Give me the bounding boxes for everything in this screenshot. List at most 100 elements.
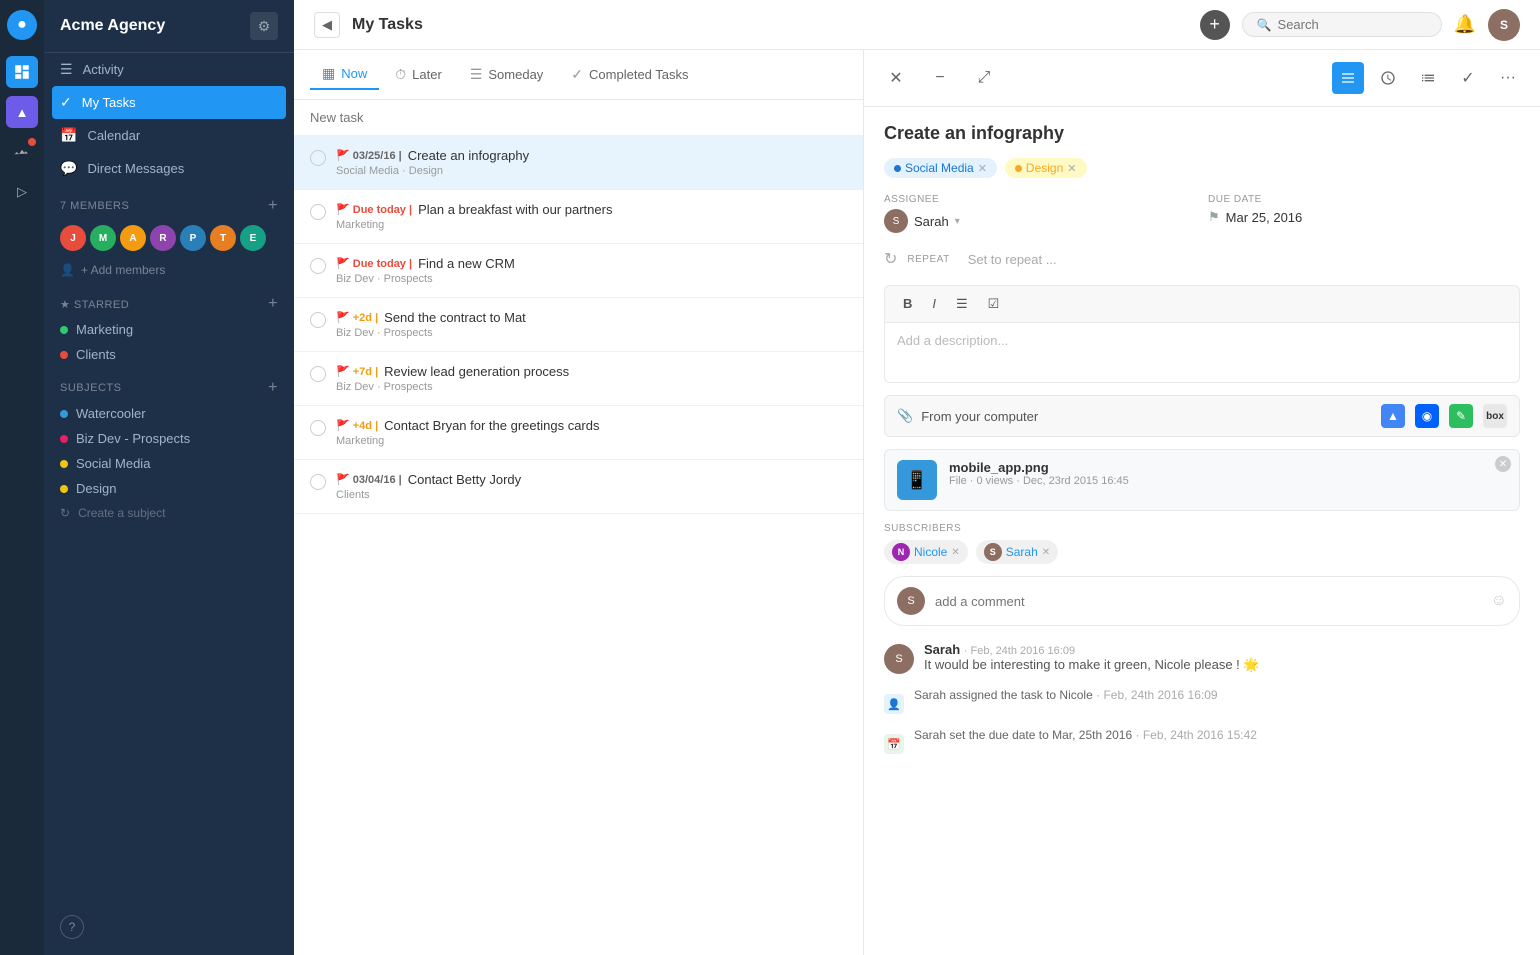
- task-checkbox-7[interactable]: [310, 474, 326, 490]
- google-drive-button[interactable]: ▲: [1381, 404, 1405, 428]
- notification-badge: [28, 138, 36, 146]
- sidebar-item-activity[interactable]: ☰ Activity: [44, 53, 294, 86]
- minimize-button[interactable]: −: [924, 62, 956, 94]
- subject-design[interactable]: Design: [44, 476, 294, 501]
- user-avatar[interactable]: S: [1488, 9, 1520, 41]
- list-button[interactable]: [1412, 62, 1444, 94]
- box-button[interactable]: box: [1483, 404, 1507, 428]
- task-item[interactable]: 🚩 03/04/16 | Contact Betty Jordy Clients: [294, 460, 863, 514]
- file-info: mobile_app.png File · 0 views · Dec, 23r…: [949, 460, 1507, 487]
- tab-completed[interactable]: ✓ Completed Tasks: [559, 60, 700, 89]
- repeat-value[interactable]: Set to repeat ...: [968, 252, 1057, 267]
- sidebar-item-direct-messages[interactable]: 💬 Direct Messages: [44, 152, 294, 185]
- view-detail-button[interactable]: [1332, 62, 1364, 94]
- rail-home-icon[interactable]: [6, 56, 38, 88]
- tab-someday[interactable]: ☰ Someday: [458, 60, 555, 89]
- member-avatar-3[interactable]: A: [120, 225, 146, 251]
- task-checkbox-3[interactable]: [310, 258, 326, 274]
- list-check-button[interactable]: ☑: [982, 294, 1006, 314]
- detail-panel: ✕ − ⤢ ✓ ···: [864, 50, 1540, 955]
- repeat-label: REPEAT: [907, 254, 949, 265]
- task-item[interactable]: 🚩 +2d | Send the contract to Mat Biz Dev…: [294, 298, 863, 352]
- check-button[interactable]: ✓: [1452, 62, 1484, 94]
- rail-triangle-icon[interactable]: ▲: [6, 96, 38, 128]
- add-members-button[interactable]: 👤 + Add members: [44, 257, 294, 283]
- my-tasks-label: My Tasks: [82, 95, 136, 110]
- sarah-comment-avatar: S: [884, 644, 914, 674]
- settings-icon[interactable]: ⚙: [250, 12, 278, 40]
- starred-clients[interactable]: Clients: [44, 342, 294, 367]
- rail-arrow-icon[interactable]: ▷: [6, 176, 38, 208]
- task-checkbox-2[interactable]: [310, 204, 326, 220]
- sidebar-item-my-tasks[interactable]: ✓ My Tasks: [52, 86, 286, 119]
- add-task-button[interactable]: +: [1200, 10, 1230, 40]
- add-starred-button[interactable]: +: [268, 295, 278, 313]
- back-button[interactable]: ◀: [314, 12, 340, 38]
- search-input[interactable]: [1278, 17, 1427, 32]
- member-avatar-4[interactable]: R: [150, 225, 176, 251]
- task-content-1: 🚩 03/25/16 | Create an infography Social…: [336, 148, 847, 177]
- subject-social-media[interactable]: Social Media: [44, 451, 294, 476]
- subject-bizdev[interactable]: Biz Dev - Prospects: [44, 426, 294, 451]
- create-subject-button[interactable]: ↻ Create a subject: [44, 501, 294, 525]
- emoji-button[interactable]: ☺: [1491, 592, 1507, 610]
- assignee-value[interactable]: S Sarah ▾: [884, 209, 1196, 233]
- task-date-3: 🚩 Due today |: [336, 257, 412, 270]
- member-avatar-5[interactable]: P: [180, 225, 206, 251]
- marketing-dot: [60, 326, 68, 334]
- social-media-tag-dot: [894, 165, 901, 172]
- task-item[interactable]: 🚩 +7d | Review lead generation process B…: [294, 352, 863, 406]
- member-avatar-2[interactable]: M: [90, 225, 116, 251]
- attach-from-computer[interactable]: 📎 From your computer: [897, 408, 1038, 424]
- task-checkbox-5[interactable]: [310, 366, 326, 382]
- task-item[interactable]: 🚩 Due today | Find a new CRM Biz Dev · P…: [294, 244, 863, 298]
- list-bullet-button[interactable]: ☰: [950, 294, 974, 314]
- app-logo[interactable]: ●: [7, 10, 37, 40]
- description-editor[interactable]: Add a description...: [884, 323, 1520, 383]
- remove-sarah-button[interactable]: ✕: [1042, 547, 1050, 558]
- help-button[interactable]: ?: [60, 915, 84, 939]
- remove-nicole-button[interactable]: ✕: [951, 547, 959, 558]
- bell-icon[interactable]: 🔔: [1454, 14, 1476, 35]
- tag-design[interactable]: Design ✕: [1005, 158, 1087, 178]
- task-checkbox-6[interactable]: [310, 420, 326, 436]
- refresh-icon: ↻: [60, 506, 70, 520]
- task-meta-3: Biz Dev · Prospects: [336, 273, 847, 285]
- remove-design-tag[interactable]: ✕: [1067, 162, 1076, 175]
- bold-button[interactable]: B: [897, 294, 918, 314]
- new-task-input[interactable]: [310, 110, 847, 125]
- nicole-avatar: N: [892, 543, 910, 561]
- italic-button[interactable]: I: [926, 294, 942, 314]
- remove-file-button[interactable]: ✕: [1495, 456, 1511, 472]
- task-item[interactable]: 🚩 +4d | Contact Bryan for the greetings …: [294, 406, 863, 460]
- detail-header-left: ✕ − ⤢: [880, 62, 1000, 94]
- more-options-button[interactable]: ···: [1492, 62, 1524, 94]
- task-item[interactable]: 🚩 Due today | Plan a breakfast with our …: [294, 190, 863, 244]
- assignee-field: ASSIGNEE S Sarah ▾: [884, 194, 1196, 233]
- task-checkbox-4[interactable]: [310, 312, 326, 328]
- tab-now[interactable]: ▦ Now: [310, 59, 379, 90]
- comment-author: Sarah: [924, 642, 960, 657]
- subject-watercooler[interactable]: Watercooler: [44, 401, 294, 426]
- clock-button[interactable]: [1372, 62, 1404, 94]
- starred-marketing[interactable]: Marketing: [44, 317, 294, 342]
- tag-social-media[interactable]: Social Media ✕: [884, 158, 997, 178]
- close-button[interactable]: ✕: [880, 62, 912, 94]
- task-checkbox-1[interactable]: [310, 150, 326, 166]
- remove-social-media-tag[interactable]: ✕: [978, 162, 987, 175]
- rail-wave-icon[interactable]: [6, 136, 38, 168]
- evernote-button[interactable]: ✎: [1449, 404, 1473, 428]
- task-item[interactable]: 🚩 03/25/16 | Create an infography Social…: [294, 136, 863, 190]
- member-avatar-7[interactable]: E: [240, 225, 266, 251]
- add-subject-button[interactable]: +: [268, 379, 278, 397]
- assignee-avatar: S: [884, 209, 908, 233]
- member-avatar-1[interactable]: J: [60, 225, 86, 251]
- due-date-value[interactable]: ⚑ Mar 25, 2016: [1208, 209, 1520, 225]
- dropbox-button[interactable]: ◉: [1415, 404, 1439, 428]
- tab-later[interactable]: ⏱ Later: [383, 60, 454, 89]
- comment-input[interactable]: [935, 594, 1481, 609]
- expand-button[interactable]: ⤢: [968, 62, 1000, 94]
- add-member-button[interactable]: +: [268, 197, 278, 215]
- sidebar-item-calendar[interactable]: 📅 Calendar: [44, 119, 294, 152]
- member-avatar-6[interactable]: T: [210, 225, 236, 251]
